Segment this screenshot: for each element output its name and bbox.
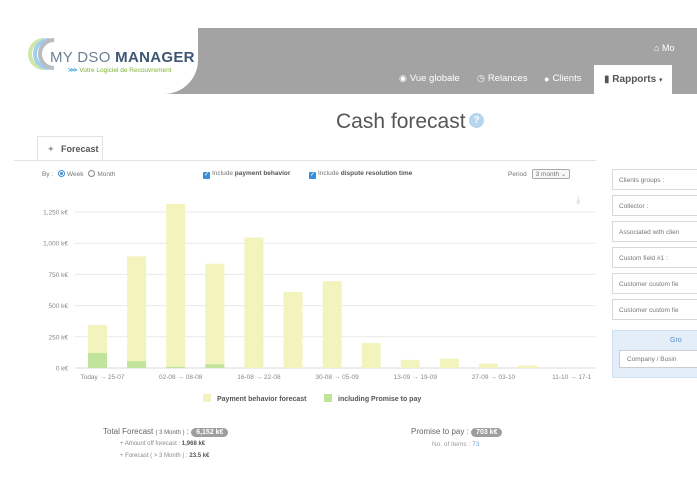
home-link[interactable]: ⌂ Mo	[654, 43, 674, 53]
bar-forecast[interactable]	[166, 203, 186, 368]
y-tick-label: 1,250 k€	[43, 210, 68, 217]
globe-icon: ●	[544, 73, 550, 84]
logo-arrows-icon: >>>	[68, 67, 77, 74]
group-by-title: Gro	[670, 337, 682, 344]
legend-swatch	[324, 394, 332, 402]
nav-item-vue-globale[interactable]: ◉ Vue globale	[399, 73, 460, 84]
bar-promise[interactable]	[88, 353, 107, 368]
bar-promise[interactable]	[166, 366, 186, 368]
legend-swatch	[203, 394, 211, 402]
promise-items-count: No. of items : 73	[432, 441, 480, 448]
magic-wand-icon: ✦	[47, 144, 55, 154]
promise-to-pay-total: Promise to pay : 703 k€	[411, 427, 503, 437]
bar-forecast[interactable]	[361, 343, 381, 368]
group-by-select[interactable]: Company / Busin	[619, 350, 697, 368]
total-forecast-badge: 6,152 k€	[191, 428, 229, 437]
filter-collector[interactable]: Collector :	[612, 195, 697, 216]
include-payment-behavior-checkbox[interactable]: ✓ Include payment behavior	[203, 170, 290, 179]
filter-custom-field-1[interactable]: Custom field #1 :	[612, 247, 697, 268]
y-tick-label: 250 k€	[48, 334, 68, 341]
home-icon: ⌂	[654, 43, 660, 53]
nav-item-relances[interactable]: ◷ Relances	[477, 73, 527, 84]
nav-item-rapports[interactable]: ▮ Rapports ▾	[604, 74, 663, 85]
eye-icon: ◉	[399, 73, 407, 83]
x-tick-label: 27-09 → 03-10	[472, 374, 516, 381]
y-tick-label: 0 k€	[56, 366, 69, 373]
bar-forecast[interactable]	[400, 359, 420, 368]
filter-associated-client[interactable]: Associated with clien	[612, 221, 697, 242]
x-tick-label: 13-09 → 19-09	[394, 374, 438, 381]
promise-badge: 703 k€	[471, 428, 503, 437]
tab-forecast[interactable]: ✦ Forecast	[37, 136, 103, 160]
bar-forecast[interactable]	[479, 363, 498, 368]
x-tick-label: 02-08 → 08-08	[159, 374, 203, 381]
amount-off-forecast: + Amount off forecast : 1,968 k€	[120, 441, 206, 447]
filter-customer-custom-field-a[interactable]: Customer custom fie	[612, 273, 697, 294]
week-radio[interactable]: Week	[58, 170, 84, 178]
help-icon[interactable]: ?	[469, 113, 484, 128]
tab-divider	[14, 160, 596, 161]
period-control: Period 3 month ⌄	[508, 169, 571, 179]
page-title: Cash forecast	[336, 110, 466, 133]
x-tick-label: 30-08 → 05-09	[315, 374, 359, 381]
bar-forecast[interactable]	[283, 291, 303, 368]
clock-icon: ◷	[477, 73, 485, 83]
bar-forecast[interactable]	[518, 365, 538, 368]
bar-promise[interactable]	[205, 364, 225, 368]
bar-chart-icon: ▮	[604, 74, 610, 85]
nav-item-clients[interactable]: ● Clients	[544, 73, 581, 84]
bar-promise[interactable]	[127, 361, 147, 368]
x-tick-label: Today → 25-07	[80, 374, 124, 381]
logo-text: MY DSO MANAGER	[50, 49, 195, 66]
legend-item-promise: including Promise to pay	[324, 394, 421, 403]
month-radio[interactable]: Month	[88, 170, 115, 178]
period-select[interactable]: 3 month ⌄	[531, 169, 571, 179]
caret-down-icon: ▾	[658, 77, 663, 84]
legend-item-forecast: Payment behavior forecast	[203, 394, 306, 403]
bar-forecast[interactable]	[244, 237, 264, 368]
forecast-beyond-period: + Forecast ( > 3 Month ) : 23.5 k€	[120, 453, 210, 459]
group-by-options: By : Week Month	[42, 170, 116, 178]
logo-tagline: >>> Votre Logiciel de Recouvrement	[68, 67, 172, 74]
bar-forecast[interactable]	[439, 358, 459, 368]
x-tick-label: 16-08 → 22-08	[237, 374, 281, 381]
y-tick-label: 750 k€	[48, 272, 68, 279]
filter-customer-custom-field-b[interactable]: Customer custom fie	[612, 299, 697, 320]
filter-clients-groups[interactable]: Clients groups :	[612, 169, 697, 190]
bar-forecast[interactable]	[322, 281, 342, 368]
y-tick-label: 1,000 k€	[43, 241, 68, 248]
forecast-chart: 0 k€ 250 k€ 500 k€ 750 k€ 1,000 k€ 1,250 k€ To…	[43, 203, 596, 381]
checkbox-checked-icon: ✓	[203, 172, 210, 179]
include-dispute-time-checkbox[interactable]: ✓ Include dispute resolution time	[309, 170, 412, 179]
checkbox-checked-icon: ✓	[309, 172, 316, 179]
bar-forecast[interactable]	[127, 256, 147, 368]
x-tick-label: 11-10 → 17-1	[552, 374, 592, 381]
bar-forecast[interactable]	[205, 263, 225, 368]
total-forecast: Total Forecast ( 3 Month ) : 6,152 k€	[103, 427, 229, 437]
y-tick-label: 500 k€	[48, 303, 68, 310]
